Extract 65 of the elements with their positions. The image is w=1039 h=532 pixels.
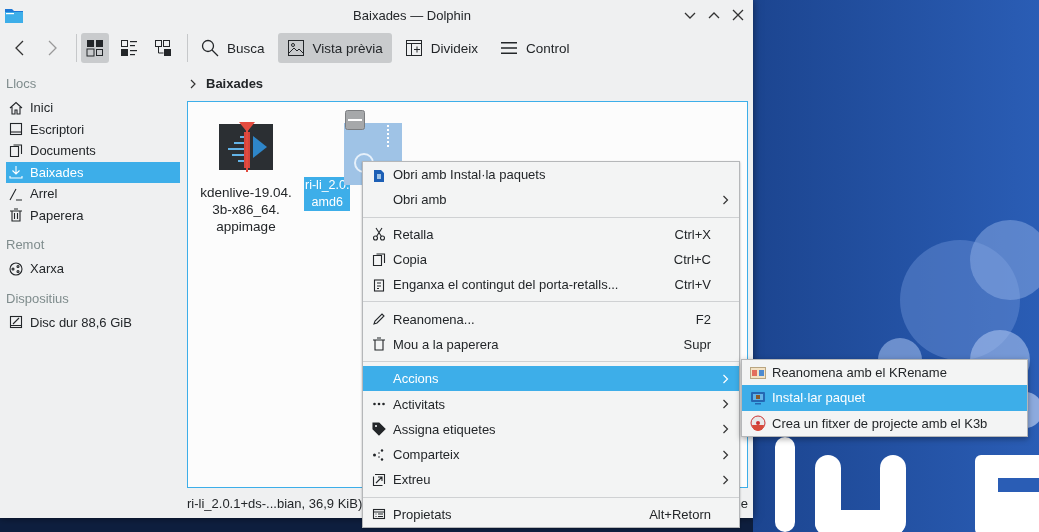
split-button[interactable]: Divideix [395, 33, 488, 63]
copy-icon [372, 252, 386, 267]
network-icon [9, 261, 23, 276]
menu-item[interactable]: Extreu [363, 467, 739, 493]
status-text: e [740, 495, 748, 511]
section-header: Llocs [5, 75, 38, 93]
desktop-icon [9, 122, 23, 137]
download-icon [9, 165, 23, 180]
root-icon [9, 186, 23, 201]
icons-view-button[interactable] [81, 33, 109, 63]
rename-icon [750, 364, 766, 381]
menu-item[interactable]: Mou a la paperera Supr [363, 331, 739, 358]
sidebar-item[interactable]: Documents [6, 140, 180, 162]
section-header: Remot [5, 236, 46, 254]
tree-icon [154, 39, 172, 57]
sidebar-item[interactable]: Paperera [6, 204, 180, 226]
grid-icon [86, 39, 104, 57]
trash-icon [9, 208, 23, 223]
close-button[interactable] [731, 8, 745, 22]
chevron-icon [189, 78, 197, 89]
menu-icon [500, 39, 519, 57]
sidebar-item[interactable]: Xarxa [6, 258, 180, 280]
list-icon [120, 39, 138, 57]
window-title: Baixades — Dolphin [353, 7, 471, 23]
menu-item[interactable]: Reanomena... F2 [363, 306, 739, 332]
menu-item[interactable]: Reanomena amb el KRename [742, 360, 1027, 386]
extract-icon [372, 472, 386, 487]
pencil-icon [372, 312, 386, 327]
search-icon [201, 39, 219, 57]
deselect-button[interactable] [345, 110, 365, 130]
sidebar-item[interactable]: Arrel [6, 183, 180, 205]
trash-icon [372, 337, 386, 352]
sidebar-item[interactable]: Disc dur 88,6 GiB [6, 311, 180, 333]
menu-item[interactable]: Propietats Alt+Retorn [363, 501, 739, 527]
monitor-icon [750, 389, 766, 406]
breadcrumb-item[interactable]: Baixades [206, 76, 264, 91]
share-icon [372, 447, 386, 462]
split-view-icon [404, 39, 423, 57]
section-header: Dispositius [5, 289, 70, 308]
properties-icon [372, 507, 386, 522]
preview-button[interactable]: Vista prèvia [277, 33, 392, 63]
sidebar-item[interactable]: Escriptori [6, 118, 180, 140]
sidebar-item[interactable]: Inici [6, 97, 180, 119]
folder-icon [5, 7, 23, 23]
menu-item[interactable]: Activitats [363, 391, 739, 417]
menu-item[interactable]: Retalla Ctrl+X [363, 221, 739, 247]
image-icon [286, 39, 305, 57]
status-text: ri-li_2.0.1+ds-...bian, 36,9 KiB) [187, 495, 363, 511]
home-icon [9, 100, 23, 115]
disk-icon [9, 315, 23, 330]
file-name[interactable]: kdenlive-19.04. 3b-x86_64. appimage [198, 184, 294, 235]
cut-icon [372, 227, 386, 242]
menu-item[interactable]: Comparteix [363, 441, 739, 468]
search-button[interactable]: Busca [192, 33, 274, 63]
control-button[interactable]: Control [491, 33, 579, 63]
menu-item[interactable]: Enganxa el contingut del porta-retalls... Ctrl+V [363, 272, 739, 298]
documents-icon [9, 143, 23, 158]
menu-item[interactable]: Assigna etiquetes [363, 416, 739, 442]
paste-icon [372, 277, 386, 292]
menu-item[interactable]: Obri amb Instal·la paquets [363, 162, 739, 188]
tag-icon [372, 422, 386, 437]
menu-item[interactable]: Copia Ctrl+C [363, 246, 739, 273]
menu-item[interactable]: Crea un fitxer de projecte amb el K3b [742, 410, 1027, 436]
menu-item[interactable]: Obri amb [363, 187, 739, 213]
disc-icon [750, 415, 766, 432]
